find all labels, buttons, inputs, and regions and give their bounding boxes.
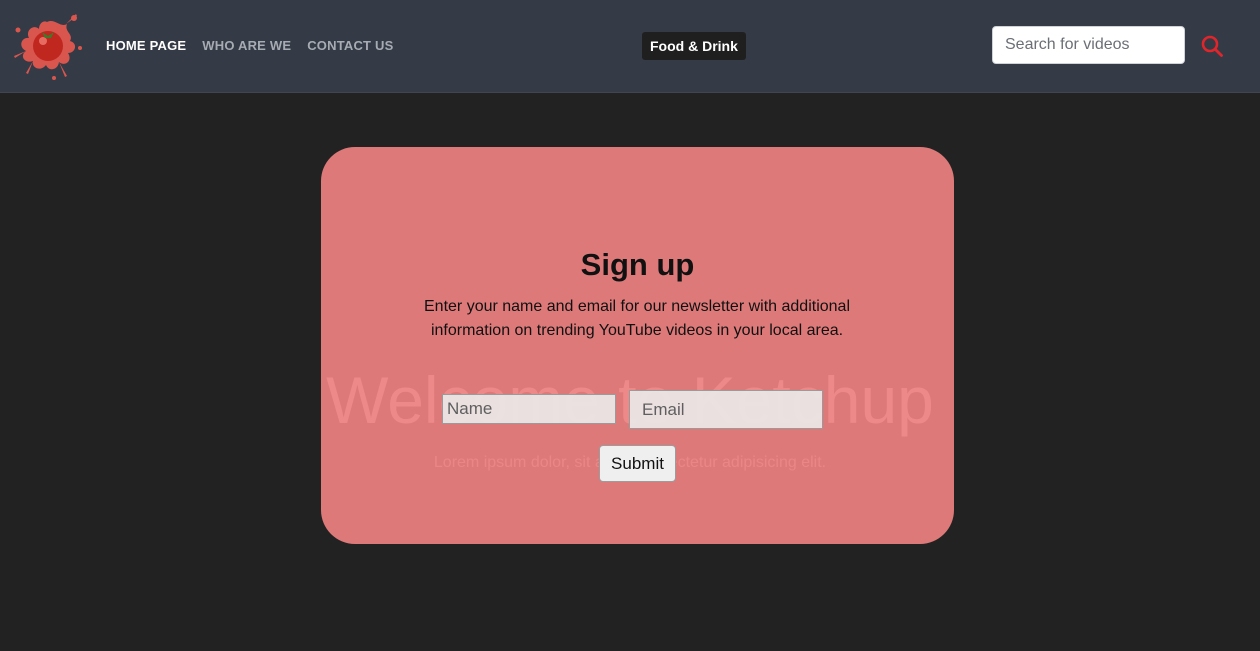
signup-title: Sign up bbox=[580, 247, 695, 282]
email-field[interactable] bbox=[629, 390, 823, 429]
name-field[interactable] bbox=[442, 394, 616, 424]
category-badge[interactable]: Food & Drink bbox=[642, 32, 746, 60]
ketchup-splash-logo-icon[interactable] bbox=[10, 8, 84, 82]
nav-home-link[interactable]: HOME PAGE bbox=[106, 38, 186, 53]
signup-description: Enter your name and email for our newsle… bbox=[424, 298, 850, 339]
nav-who-are-we-link[interactable]: WHO ARE WE bbox=[202, 38, 291, 53]
search-icon[interactable] bbox=[1200, 34, 1224, 58]
signup-card: Sign up Enter your name and email for ou… bbox=[321, 147, 954, 544]
submit-button[interactable]: Submit bbox=[599, 445, 676, 482]
main-nav: HOME PAGE WHO ARE WE CONTACT US bbox=[106, 38, 393, 53]
navbar: HOME PAGE WHO ARE WE CONTACT US Food & D… bbox=[0, 0, 1260, 93]
nav-contact-us-link[interactable]: CONTACT US bbox=[307, 38, 393, 53]
search-input[interactable] bbox=[992, 26, 1185, 64]
